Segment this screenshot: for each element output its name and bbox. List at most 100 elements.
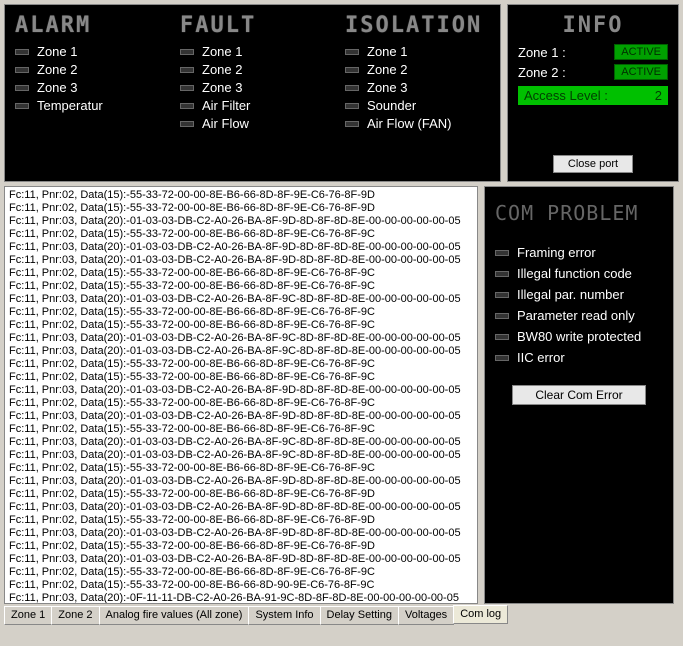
access-value: 2 [655, 88, 662, 103]
log-line: Fc:11, Pnr:03, Data(20):-01-03-03-DB-C2-… [9, 436, 473, 449]
com-problem-panel: COM PROBLEM Framing error Illegal functio… [484, 186, 674, 604]
tab-system-info[interactable]: System Info [248, 606, 320, 625]
log-line: Fc:11, Pnr:02, Data(15):-55-33-72-00-00-… [9, 358, 473, 371]
tab-voltages[interactable]: Voltages [398, 606, 454, 625]
zone2-label: Zone 2 : [518, 65, 566, 80]
fault-label: Air Filter [202, 98, 250, 113]
alarm-item: Temperatur [15, 98, 160, 113]
log-line: Fc:11, Pnr:03, Data(20):-01-03-03-DB-C2-… [9, 241, 473, 254]
fault-header: FAULT [180, 13, 325, 38]
isolation-label: Zone 1 [367, 44, 407, 59]
close-port-button[interactable]: Close port [553, 155, 633, 173]
fault-label: Air Flow [202, 116, 249, 131]
led-icon [180, 103, 194, 109]
log-line: Fc:11, Pnr:03, Data(20):-01-03-03-DB-C2-… [9, 553, 473, 566]
tab-zone-2[interactable]: Zone 2 [51, 606, 99, 625]
com-problem-label: Framing error [517, 245, 596, 260]
log-line: Fc:11, Pnr:02, Data(15):-55-33-72-00-00-… [9, 371, 473, 384]
isolation-item: Zone 2 [345, 62, 490, 77]
alarm-label: Zone 1 [37, 44, 77, 59]
led-icon [180, 121, 194, 127]
tab-analog-fire-values-all-zone-[interactable]: Analog fire values (All zone) [99, 606, 250, 625]
log-line: Fc:11, Pnr:02, Data(15):-55-33-72-00-00-… [9, 462, 473, 475]
isolation-header: ISOLATION [345, 13, 490, 38]
isolation-label: Sounder [367, 98, 416, 113]
log-line: Fc:11, Pnr:03, Data(20):-01-03-03-DB-C2-… [9, 345, 473, 358]
fault-item: Zone 2 [180, 62, 325, 77]
isolation-item: Zone 1 [345, 44, 490, 59]
status-panel: ALARM Zone 1 Zone 2 Zone 3 Temperatur FAULT… [4, 4, 501, 182]
log-line: Fc:11, Pnr:02, Data(15):-55-33-72-00-00-… [9, 397, 473, 410]
info-header: INFO [518, 13, 668, 38]
isolation-label: Zone 2 [367, 62, 407, 77]
fault-item: Air Flow [180, 116, 325, 131]
led-icon [180, 67, 194, 73]
com-log-panel[interactable]: Fc:11, Pnr:02, Data(15):-55-33-72-00-00-… [4, 186, 478, 604]
led-icon [495, 355, 509, 361]
access-label: Access Level : [524, 88, 608, 103]
led-icon [495, 313, 509, 319]
log-line: Fc:11, Pnr:03, Data(20):-01-03-03-DB-C2-… [9, 475, 473, 488]
led-icon [345, 49, 359, 55]
clear-com-error-button[interactable]: Clear Com Error [512, 385, 646, 405]
isolation-label: Zone 3 [367, 80, 407, 95]
isolation-column: ISOLATION Zone 1 Zone 2 Zone 3 Sounder Air F… [345, 13, 490, 134]
zone1-status: ACTIVE [614, 44, 668, 60]
tab-zone-1[interactable]: Zone 1 [4, 606, 52, 625]
log-line: Fc:11, Pnr:02, Data(15):-55-33-72-00-00-… [9, 579, 473, 592]
led-icon [15, 67, 29, 73]
com-problem-label: Illegal function code [517, 266, 632, 281]
alarm-column: ALARM Zone 1 Zone 2 Zone 3 Temperatur [15, 13, 160, 134]
fault-label: Zone 1 [202, 44, 242, 59]
isolation-item: Air Flow (FAN) [345, 116, 490, 131]
alarm-header: ALARM [15, 13, 160, 38]
led-icon [180, 85, 194, 91]
led-icon [495, 334, 509, 340]
led-icon [345, 121, 359, 127]
log-line: Fc:11, Pnr:03, Data(20):-01-03-03-DB-C2-… [9, 501, 473, 514]
isolation-item: Zone 3 [345, 80, 490, 95]
led-icon [345, 67, 359, 73]
access-level-row: Access Level : 2 [518, 86, 668, 105]
alarm-label: Zone 2 [37, 62, 77, 77]
alarm-label: Zone 3 [37, 80, 77, 95]
isolation-label: Air Flow (FAN) [367, 116, 452, 131]
com-problem-item: BW80 write protected [495, 329, 663, 344]
alarm-label: Temperatur [37, 98, 103, 113]
log-line: Fc:11, Pnr:02, Data(15):-55-33-72-00-00-… [9, 488, 473, 501]
led-icon [15, 103, 29, 109]
led-icon [15, 49, 29, 55]
log-line: Fc:11, Pnr:02, Data(15):-55-33-72-00-00-… [9, 267, 473, 280]
led-icon [180, 49, 194, 55]
led-icon [345, 103, 359, 109]
log-line: Fc:11, Pnr:03, Data(20):-01-03-03-DB-C2-… [9, 527, 473, 540]
tab-delay-setting[interactable]: Delay Setting [320, 606, 399, 625]
com-problem-item: Parameter read only [495, 308, 663, 323]
com-problem-label: BW80 write protected [517, 329, 641, 344]
zone2-status: ACTIVE [614, 64, 668, 80]
log-line: Fc:11, Pnr:02, Data(15):-55-33-72-00-00-… [9, 540, 473, 553]
log-line: Fc:11, Pnr:03, Data(20):-01-03-03-DB-C2-… [9, 410, 473, 423]
log-line: Fc:11, Pnr:03, Data(20):-01-03-03-DB-C2-… [9, 384, 473, 397]
fault-label: Zone 3 [202, 80, 242, 95]
fault-label: Zone 2 [202, 62, 242, 77]
log-line: Fc:11, Pnr:02, Data(15):-55-33-72-00-00-… [9, 319, 473, 332]
alarm-item: Zone 1 [15, 44, 160, 59]
fault-column: FAULT Zone 1 Zone 2 Zone 3 Air Filter Air Fl… [180, 13, 325, 134]
com-problem-label: Illegal par. number [517, 287, 624, 302]
com-problem-header: COM PROBLEM [495, 201, 663, 225]
log-line: Fc:11, Pnr:03, Data(20):-01-03-03-DB-C2-… [9, 254, 473, 267]
log-line: Fc:11, Pnr:02, Data(15):-55-33-72-00-00-… [9, 514, 473, 527]
fault-item: Zone 3 [180, 80, 325, 95]
com-problem-item: Illegal function code [495, 266, 663, 281]
log-line: Fc:11, Pnr:03, Data(20):-0F-11-11-DB-C2-… [9, 592, 473, 604]
led-icon [345, 85, 359, 91]
log-line: Fc:11, Pnr:03, Data(20):-01-03-03-DB-C2-… [9, 332, 473, 345]
tab-com-log[interactable]: Com log [453, 605, 508, 624]
log-line: Fc:11, Pnr:03, Data(20):-01-03-03-DB-C2-… [9, 293, 473, 306]
com-problem-label: Parameter read only [517, 308, 635, 323]
zone1-label: Zone 1 : [518, 45, 566, 60]
alarm-item: Zone 2 [15, 62, 160, 77]
com-problem-item: Framing error [495, 245, 663, 260]
log-line: Fc:11, Pnr:03, Data(20):-01-03-03-DB-C2-… [9, 449, 473, 462]
